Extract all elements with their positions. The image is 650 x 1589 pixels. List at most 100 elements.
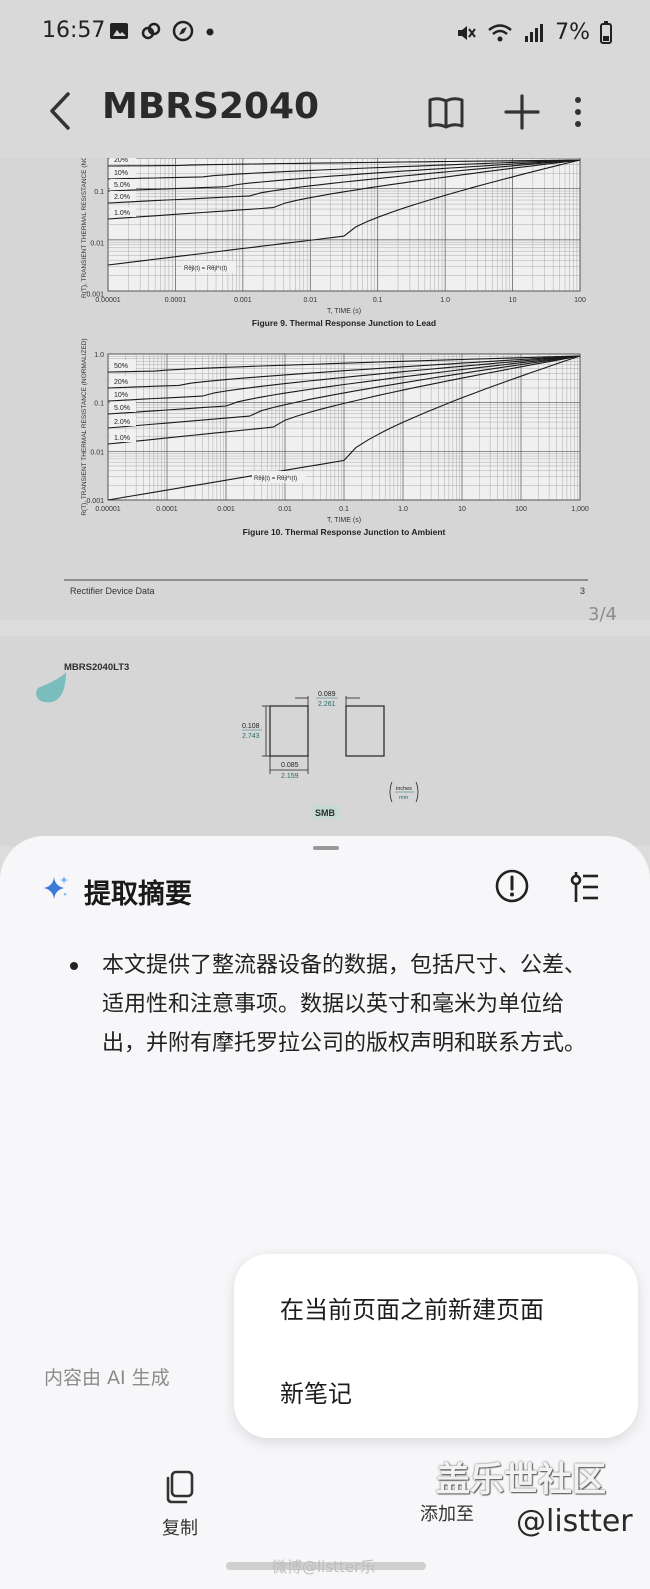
document-title: MBRS2040	[102, 86, 320, 127]
format-list-icon[interactable]	[566, 870, 602, 904]
x-tick-label: 1.0	[398, 506, 408, 513]
y-axis-label: R(T), TRANSIENT THERMAL RESISTANCE (NOR	[81, 158, 88, 298]
x-tick-label: 0.01	[303, 297, 317, 304]
x-tick-label: 100	[574, 297, 586, 304]
copy-button[interactable]: 复制	[140, 1466, 220, 1539]
bullet-dot	[70, 962, 78, 970]
x-tick-label: 10	[458, 506, 466, 513]
x-tick-label: 0.1	[373, 297, 383, 304]
dim-left-inches: 0.108	[242, 723, 260, 730]
menu-item-new-note[interactable]: 新笔记	[280, 1374, 352, 1409]
sheet-title: 提取摘要	[84, 879, 192, 910]
add-to-label: 添加至	[420, 1504, 474, 1525]
x-axis-label: T, TIME (s)	[327, 308, 361, 315]
x-tick-label: 0.1	[339, 506, 349, 513]
x-tick-label: 0.001	[217, 506, 235, 513]
y-tick-label: 0.001	[86, 498, 104, 505]
thermal-charts: 0.00001 0.0001 0.001 0.01 0.1 1.0 10 100 0.1 0.01…	[64, 158, 589, 596]
wifi-icon	[488, 23, 512, 41]
summary-text: 本文提供了整流器设备的数据，包括尺寸、公差、适用性和注意事项。数据以英寸和毫米为…	[102, 953, 587, 1056]
battery-level: 7%	[555, 20, 590, 45]
y-axis-label: R(T), TRANSIENT THERMAL RESISTANCE (NORM…	[81, 338, 88, 515]
signal-icon	[525, 23, 544, 42]
teal-blob-shape	[36, 672, 66, 703]
part-number-header: MBRS2040LT3	[64, 662, 129, 673]
x-tick-label: 1,000	[571, 506, 589, 513]
x-tick-label: 1.0	[440, 297, 450, 304]
formula-label: Rθjl(t) = Rθjl*r(t)	[254, 476, 297, 482]
copy-icon	[166, 1470, 194, 1504]
duty-cycle-label: 2.0%	[114, 419, 130, 426]
compass-icon	[172, 20, 194, 42]
x-tick-label: 0.0001	[156, 506, 178, 513]
pdf-page-3[interactable]: 0.00001 0.0001 0.001 0.01 0.1 1.0 10 100 0.1 0.01…	[0, 158, 650, 620]
duty-cycle-label: 5.0%	[114, 182, 130, 189]
image-icon	[110, 23, 128, 39]
add-to-button[interactable]: 添加至	[420, 1500, 520, 1530]
x-tick-label: 0.001	[234, 297, 252, 304]
y-tick-label: 1.0	[94, 352, 104, 359]
copy-label: 复制	[162, 1518, 198, 1539]
ai-generated-note: 内容由 AI 生成	[44, 1367, 170, 1389]
dim-bottom-inches: 0.085	[281, 762, 299, 769]
formula-label: Rθjl(t) = Rθjl*r(t)	[184, 266, 227, 272]
link-icon	[141, 22, 161, 40]
duty-cycle-label: 1.0%	[114, 435, 130, 442]
x-tick-label: 10	[509, 297, 517, 304]
x-axis-label: T, TIME (s)	[327, 517, 361, 524]
duty-cycle-label: 2.0%	[114, 194, 130, 201]
duty-cycle-label: 10%	[114, 392, 128, 399]
menu-item-new-page-before[interactable]: 在当前页面之前新建页面	[280, 1290, 544, 1325]
x-tick-label: 100	[515, 506, 527, 513]
dim-left-mm: 2.743	[242, 733, 260, 740]
add-to-menu: 在当前页面之前新建页面 新笔记	[234, 1254, 638, 1438]
y-tick-label: 0.1	[94, 401, 104, 408]
dot-icon	[206, 28, 214, 36]
figure-title: Figure 10. Thermal Response Junction to …	[243, 527, 446, 537]
mute-icon	[458, 25, 476, 40]
figure-title: Figure 9. Thermal Response Junction to L…	[252, 318, 436, 328]
footer-left: Rectifier Device Data	[70, 586, 155, 596]
dim-bottom-mm: 2.159	[281, 773, 299, 780]
summary-list: 本文提供了整流器设备的数据，包括尺寸、公差、适用性和注意事项。数据以英寸和毫米为…	[70, 946, 590, 1063]
page-indicator: 3/4	[588, 604, 617, 625]
back-button[interactable]	[40, 86, 80, 136]
watermark-site: 盖乐世社区	[436, 1460, 606, 1500]
pdf-page-4[interactable]: MBRS2040LT3 0.089 2.261 0.108 2.743 0.08…	[0, 636, 650, 846]
x-tick-label: 0.00001	[95, 506, 120, 513]
y-tick-label: 0.001	[86, 291, 104, 298]
figure-9-chart: 0.00001 0.0001 0.001 0.01 0.1 1.0 10 1000.10.01…	[81, 158, 586, 328]
figure-10-chart: 0.00001 0.0001 0.001 0.01 0.1 1.0 10 100 1,000 1.…	[81, 338, 589, 537]
duty-cycle-label: 50%	[114, 363, 128, 370]
ai-sparkle-icon	[44, 876, 68, 899]
app-bar: MBRS2040	[0, 68, 650, 158]
status-bar: 16:57 7%	[0, 0, 650, 68]
status-left-icons	[108, 20, 216, 42]
x-tick-label: 0.01	[278, 506, 292, 513]
report-alert-icon[interactable]	[494, 868, 530, 904]
status-time: 16:57	[42, 18, 106, 43]
watermark-user: @listter	[516, 1504, 633, 1539]
book-icon[interactable]	[426, 90, 466, 134]
duty-cycle-label: 20%	[114, 379, 128, 386]
unit-mm: mm	[399, 795, 409, 801]
status-right-icons: 7%	[455, 20, 612, 45]
package-drawing: MBRS2040LT3 0.089 2.261 0.108 2.743 0.08…	[36, 662, 419, 819]
pad-right	[345, 705, 385, 757]
dim-top-mm: 2.261	[318, 701, 336, 708]
more-icon[interactable]	[566, 90, 590, 134]
duty-cycle-label: 20%	[114, 158, 128, 164]
y-tick-label: 0.01	[90, 449, 104, 456]
duty-cycle-label: 10%	[114, 170, 128, 177]
x-tick-label: 0.0001	[165, 297, 187, 304]
y-tick-label: 0.1	[94, 189, 104, 196]
dim-top-inches: 0.089	[318, 691, 336, 698]
drag-handle[interactable]	[313, 846, 339, 850]
y-tick-label: 0.01	[90, 240, 104, 247]
package-label: SMB	[315, 808, 336, 818]
battery-icon	[600, 20, 612, 44]
duty-cycle-label: 5.0%	[114, 405, 130, 412]
plus-icon[interactable]	[502, 90, 542, 134]
pad-left	[269, 705, 309, 757]
unit-inches: inches	[396, 786, 412, 792]
